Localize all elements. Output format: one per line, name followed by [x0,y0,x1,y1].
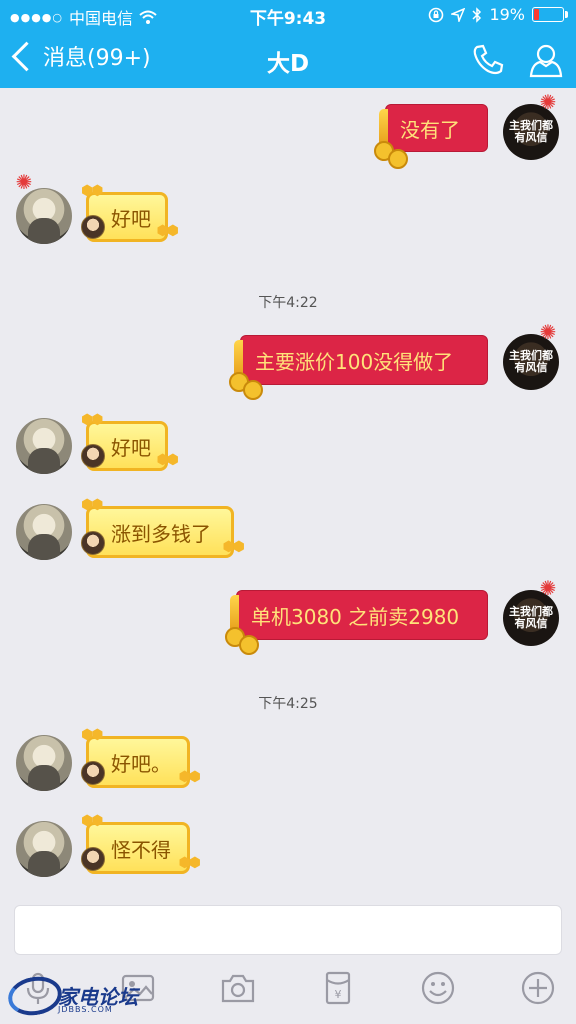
sticker-face-icon [81,761,105,785]
message-text: 单机3080 之前卖2980 [251,604,460,629]
message-text: 主要涨价100没得做了 [255,349,454,374]
honeycomb-icon: ⬢⬢ [222,539,245,555]
timestamp: 下午4:25 [258,696,318,712]
bluetooth-icon [472,6,482,23]
battery-level [534,9,539,20]
watermark-subtext: JDBBS.COM [58,1005,113,1014]
message-bubble[interactable]: 怪不得 ⬢⬢ ⬢⬢ [81,813,201,874]
coin-icon [243,380,263,400]
honeycomb-icon: ⬢⬢ [178,855,201,871]
red-packet-icon[interactable]: ¥ [318,968,358,1008]
message-bubble[interactable]: 主要涨价100没得做了 [229,335,488,400]
sticker-face-icon [81,215,105,239]
avatar-caption: 主我们都有风信 [509,349,553,374]
battery-icon [532,7,568,22]
message-text: 涨到多钱了 [111,521,211,546]
message-text: 没有了 [400,117,460,142]
message-text: 怪不得 [111,837,171,862]
coin-icon [388,149,408,169]
avatar-caption: 主我们都有风信 [509,605,553,630]
honeycomb-icon: ⬢⬢ [81,727,103,743]
status-bar: ●●●●○ 中国电信 下午9:43 19% [0,0,576,30]
plus-icon[interactable] [518,968,558,1008]
contact-avatar[interactable] [16,735,72,791]
back-label: 消息(99+) [43,46,151,71]
message-text: 好吧。 [111,751,171,776]
message-text: 好吧 [111,435,151,460]
message-bubble[interactable]: 单机3080 之前卖2980 [225,590,488,655]
svg-text:¥: ¥ [335,988,342,1001]
phone-icon[interactable] [468,40,508,80]
sticker-face-icon [81,444,105,468]
sticker-face-icon [81,847,105,871]
navigation-bar: 消息(99+) 大D [0,30,576,88]
camera-icon[interactable] [218,968,258,1008]
firework-icon: ✺ [539,320,557,344]
battery-percent: 19% [489,5,525,24]
message-bubble[interactable]: 好吧 ⬢⬢ ⬢⬢ [81,412,179,471]
timestamp: 下午4:22 [258,295,318,311]
location-icon [451,7,466,22]
avatar-caption: 主我们都有风信 [509,119,553,144]
message-text: 好吧 [111,206,151,231]
sticker-face-icon [81,531,105,555]
contact-avatar[interactable] [16,188,72,244]
firework-icon: ✺ [15,170,33,194]
firework-icon: ✺ [539,90,557,114]
chat-history[interactable]: 主我们都有风信 ✺ 没有了 ✺ 好吧 ⬢⬢ ⬢⬢ 下午4:22 主我们都有风信 … [0,88,576,896]
forum-logo-icon [5,972,65,1020]
contact-avatar[interactable] [16,504,72,560]
honeycomb-icon: ⬢⬢ [81,497,103,513]
honeycomb-icon: ⬢⬢ [81,412,103,428]
contact-avatar[interactable] [16,418,72,474]
emoji-icon[interactable] [418,968,458,1008]
forum-watermark: 家电论坛 JDBBS.COM [5,972,148,1020]
lock-rotation-icon [429,7,444,22]
profile-icon[interactable] [526,40,566,80]
chevron-left-icon [11,41,42,71]
back-button[interactable]: 消息(99+) [8,40,151,72]
message-bubble[interactable]: 没有了 [374,104,488,169]
honeycomb-icon: ⬢⬢ [81,813,103,829]
contact-avatar[interactable] [16,821,72,877]
firework-icon: ✺ [539,576,557,600]
message-bubble[interactable]: 好吧 ⬢⬢ ⬢⬢ [81,183,179,242]
honeycomb-icon: ⬢⬢ [156,452,179,468]
message-input[interactable] [14,905,562,955]
honeycomb-icon: ⬢⬢ [178,769,201,785]
message-bubble[interactable]: 涨到多钱了 ⬢⬢ ⬢⬢ [81,497,245,558]
honeycomb-icon: ⬢⬢ [156,223,179,239]
coin-icon [239,635,259,655]
header: ●●●●○ 中国电信 下午9:43 19% 消息(99+) 大D [0,0,576,88]
honeycomb-icon: ⬢⬢ [81,183,103,199]
message-bubble[interactable]: 好吧。 ⬢⬢ ⬢⬢ [81,727,201,788]
